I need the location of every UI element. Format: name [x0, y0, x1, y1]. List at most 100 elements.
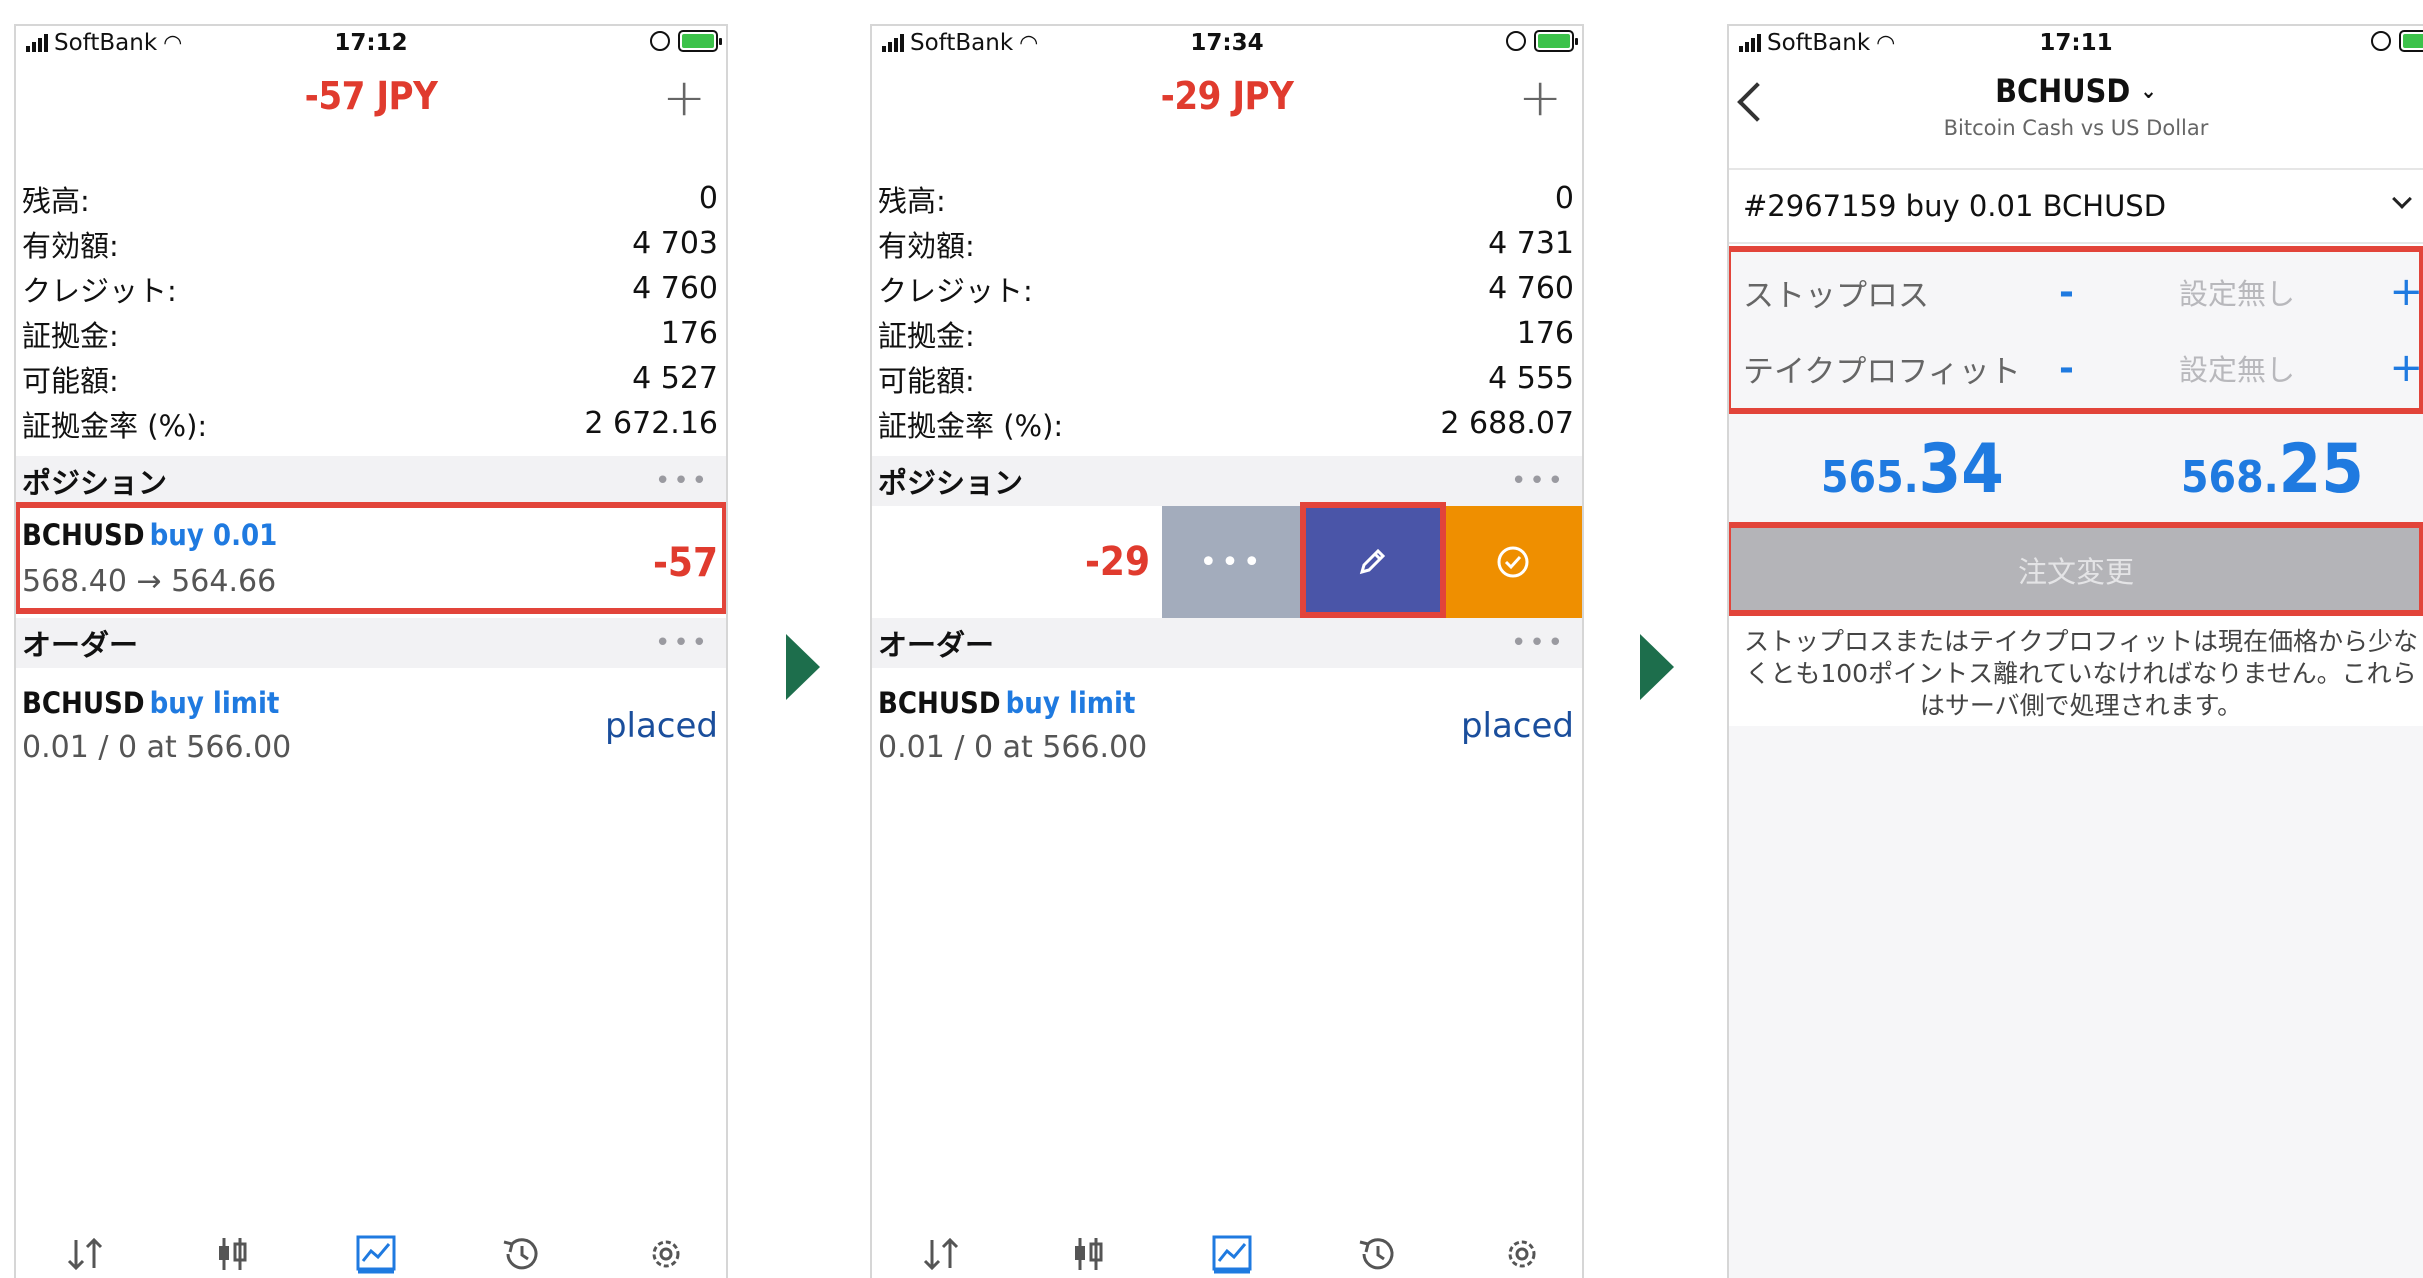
account-value: 4 527	[632, 361, 718, 396]
account-value: 0	[1554, 181, 1574, 216]
order-row[interactable]: BCHUSD buy limit 0.01 / 0 at 566.00 plac…	[872, 668, 1582, 768]
order-row[interactable]: BCHUSD buy limit 0.01 / 0 at 566.00 plac…	[16, 668, 726, 768]
tab-history[interactable]	[492, 1226, 552, 1278]
account-label: 可能額:	[878, 363, 975, 398]
order-state: placed	[1460, 706, 1574, 746]
stop-loss-plus-button[interactable]: +	[2389, 269, 2423, 315]
positions-header-label: ポジション	[878, 466, 1024, 500]
arrow-right-icon	[1640, 634, 1674, 700]
account-value: 4 555	[1488, 361, 1574, 396]
stop-loss-input[interactable]: 設定無し	[2179, 271, 2295, 313]
price-panel: 565.2534 568.25	[1729, 416, 2423, 526]
account-row-equity: 有効額: 4 731	[872, 221, 1582, 266]
account-row-margin: 証拠金: 176	[16, 311, 726, 356]
screen-position-swipe: SoftBank ◠ 17:34 -29 JPY + 残高: 0 有効額: 4 73…	[870, 24, 1584, 1278]
stop-loss-label: ストップロス	[1743, 277, 1929, 314]
account-value: 176	[660, 316, 718, 351]
take-profit-row: テイクプロフィット - 設定無し +	[1729, 330, 2423, 406]
take-profit-input[interactable]: 設定無し	[2179, 347, 2295, 389]
positions-more-icon[interactable]: •••	[655, 466, 710, 496]
position-row[interactable]: BCHUSD buy 0.01 568.40 → 564.66 -57	[16, 506, 726, 618]
ticket-select[interactable]: #2967159 buy 0.01 BCHUSD	[1729, 168, 2423, 244]
tab-chart[interactable]	[202, 1226, 262, 1278]
tab-trade[interactable]	[1202, 1226, 1262, 1278]
take-profit-plus-button[interactable]: +	[2389, 345, 2423, 391]
symbol-description: Bitcoin Cash vs US Dollar	[1943, 116, 2209, 140]
account-label: 有効額:	[22, 228, 119, 263]
stop-loss-minus-button[interactable]: -	[2059, 272, 2074, 313]
position-row-swiped[interactable]: -29 •••	[872, 506, 1582, 618]
modify-position-button[interactable]	[1302, 506, 1442, 618]
battery-icon	[1534, 30, 1578, 52]
position-prices: 568.40 → 564.66	[22, 564, 277, 599]
status-time: 17:11	[2039, 30, 2113, 56]
tab-bar	[16, 1226, 726, 1278]
account-label: 残高:	[878, 183, 946, 218]
order-title: BCHUSD buy limit	[878, 686, 1135, 720]
take-profit-label: テイクプロフィット	[1743, 353, 2021, 390]
status-bar: SoftBank ◠ 17:12	[16, 26, 726, 62]
status-bar: SoftBank ◠ 17:34	[872, 26, 1582, 62]
orders-more-icon[interactable]: •••	[655, 628, 710, 658]
symbol-selector[interactable]: BCHUSD ⌄	[1729, 72, 2423, 110]
new-order-button[interactable]: +	[1518, 72, 1562, 124]
positions-header: ポジション •••	[16, 456, 726, 506]
account-value: 4 703	[632, 226, 718, 261]
stop-loss-row: ストップロス - 設定無し +	[1729, 254, 2423, 330]
history-icon	[503, 1238, 538, 1270]
tab-chart[interactable]	[1058, 1226, 1118, 1278]
tab-quotes[interactable]	[56, 1226, 116, 1278]
tab-history[interactable]	[1348, 1226, 1408, 1278]
account-label: 残高:	[22, 183, 90, 218]
battery-icon	[2399, 30, 2423, 52]
chevron-down-icon: ⌄	[2140, 79, 2157, 104]
account-row-equity: 有効額: 4 703	[16, 221, 726, 266]
account-value: 176	[1516, 316, 1574, 351]
orders-header: オーダー •••	[16, 618, 726, 668]
order-side: buy limit	[149, 686, 280, 720]
more-actions-button[interactable]: •••	[1162, 506, 1302, 618]
positions-header: ポジション •••	[872, 456, 1582, 506]
tab-settings[interactable]	[636, 1226, 696, 1278]
screen-modify-position: SoftBank ◠ 17:11 BCHUSD ⌄ Bitcoin Cash v…	[1727, 24, 2423, 1278]
account-label: 証拠金:	[878, 318, 975, 353]
ask-price-small: 568.	[2181, 452, 2279, 503]
status-right	[650, 30, 722, 52]
tab-quotes[interactable]	[912, 1226, 972, 1278]
status-right	[2371, 30, 2423, 52]
close-position-button[interactable]	[1442, 506, 1582, 618]
account-row-free-margin: 可能額: 4 555	[872, 356, 1582, 401]
account-row-credit: クレジット: 4 760	[16, 266, 726, 311]
account-row-balance: 残高: 0	[872, 176, 1582, 221]
status-bar: SoftBank ◠ 17:11	[1729, 26, 2423, 62]
rotation-lock-icon	[1506, 31, 1526, 51]
screen-trade-positions: SoftBank ◠ 17:12 -57 JPY + 残高: 0 有効額: 4 70…	[14, 24, 728, 1278]
orders-more-icon[interactable]: •••	[1511, 628, 1566, 658]
take-profit-minus-button[interactable]: -	[2059, 348, 2074, 389]
account-value: 0	[698, 181, 718, 216]
account-row-margin-level: 証拠金率 (%): 2 672.16	[16, 401, 726, 446]
tab-bar	[872, 1226, 1582, 1278]
account-label: 可能額:	[22, 363, 119, 398]
position-side: buy 0.01	[149, 518, 278, 552]
account-summary: 残高: 0 有効額: 4 731 クレジット: 4 760 証拠金: 176 可能額: 4…	[872, 176, 1582, 446]
order-state: placed	[604, 706, 718, 746]
account-row-credit: クレジット: 4 760	[872, 266, 1582, 311]
content-background	[1729, 726, 2423, 1278]
trade-chart-icon	[356, 1235, 396, 1274]
modify-order-button[interactable]: 注文変更	[1729, 526, 2423, 614]
position-title: BCHUSD buy 0.01	[22, 518, 277, 552]
check-circle-icon	[1497, 546, 1529, 578]
account-value: 2 672.16	[584, 406, 718, 441]
ask-price-large: 25	[2278, 430, 2364, 509]
new-order-button[interactable]: +	[662, 72, 706, 124]
positions-more-icon[interactable]: •••	[1511, 466, 1566, 496]
status-time: 17:12	[334, 30, 408, 56]
account-label: クレジット:	[22, 273, 177, 308]
account-label: クレジット:	[878, 273, 1033, 308]
tab-settings[interactable]	[1492, 1226, 1552, 1278]
rotation-lock-icon	[650, 31, 670, 51]
account-label: 証拠金:	[22, 318, 119, 353]
gear-icon	[1508, 1240, 1536, 1268]
tab-trade[interactable]	[346, 1226, 406, 1278]
